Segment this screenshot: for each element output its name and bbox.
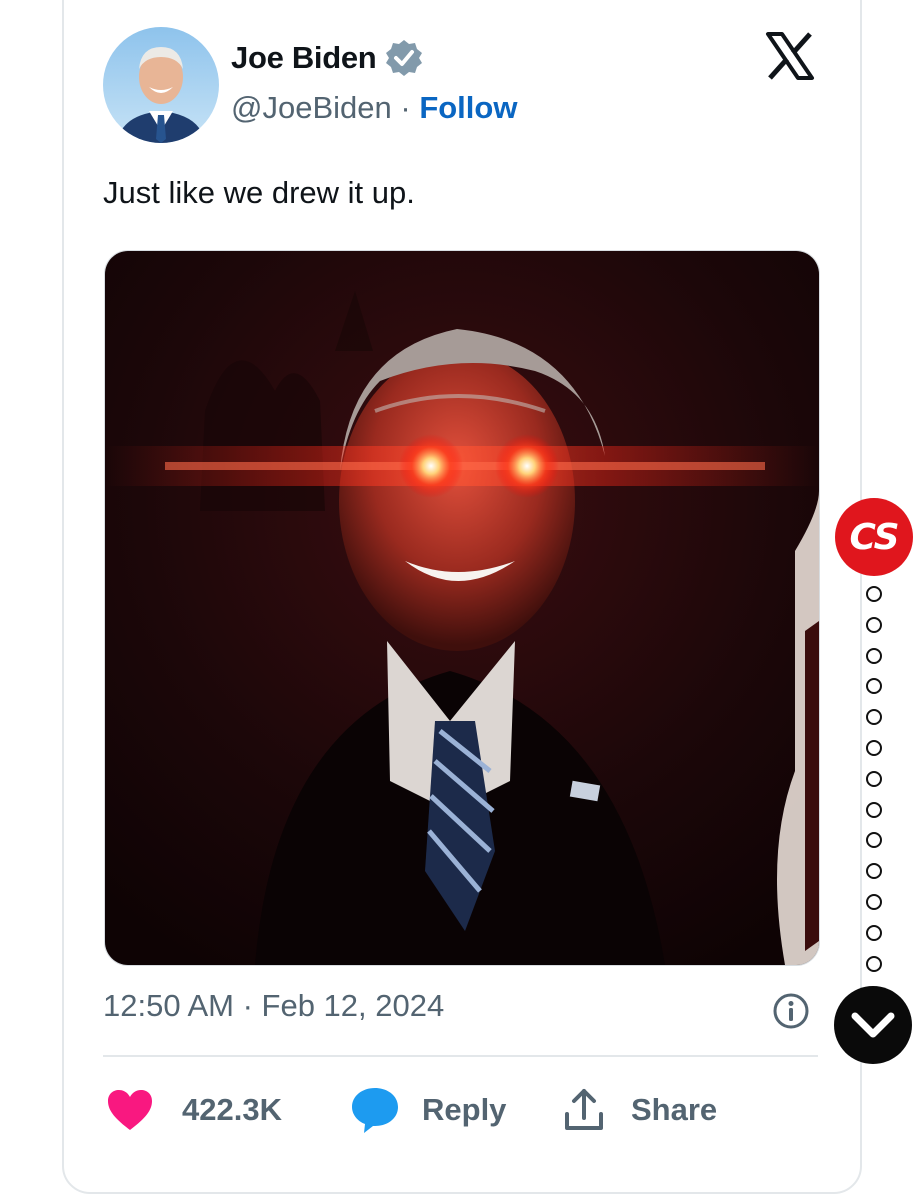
cs-badge[interactable]: CS <box>835 498 913 576</box>
follow-button[interactable]: Follow <box>419 90 517 125</box>
slide-dot[interactable] <box>866 955 882 972</box>
slide-dot[interactable] <box>866 739 882 756</box>
share-button[interactable]: Share <box>563 1082 717 1138</box>
slide-dot[interactable] <box>866 678 882 695</box>
slide-dot[interactable] <box>866 832 882 849</box>
speech-bubble-icon <box>352 1088 398 1133</box>
slide-dot[interactable] <box>866 586 882 602</box>
slide-dot[interactable] <box>866 801 882 818</box>
scroll-down-button[interactable] <box>834 986 912 1064</box>
tweet-text: Just like we drew it up. <box>103 175 415 210</box>
slide-dot[interactable] <box>866 924 882 941</box>
tweet-actions: 422.3K Reply Share <box>103 1082 818 1138</box>
slide-dot[interactable] <box>866 770 882 787</box>
reply-label: Reply <box>422 1092 507 1127</box>
info-icon[interactable] <box>771 991 811 1031</box>
slide-dot[interactable] <box>866 863 882 880</box>
chevron-down-icon <box>851 1012 895 1038</box>
like-button[interactable]: 422.3K <box>106 1082 282 1138</box>
reply-button[interactable]: Reply <box>350 1082 506 1138</box>
share-upload-icon <box>565 1089 603 1130</box>
slide-dot[interactable] <box>866 709 882 726</box>
author-handle[interactable]: @JoeBiden <box>231 90 392 125</box>
x-logo-icon[interactable] <box>764 30 816 82</box>
slide-dot[interactable] <box>866 616 882 633</box>
like-count: 422.3K <box>182 1092 282 1127</box>
verified-badge-icon <box>386 40 423 76</box>
tweet-timestamp[interactable]: 12:50 AM · Feb 12, 2024 <box>103 988 444 1024</box>
slide-dot[interactable] <box>866 893 882 910</box>
slide-dot[interactable] <box>866 647 882 664</box>
heart-icon <box>108 1090 152 1130</box>
share-label: Share <box>631 1092 718 1127</box>
divider <box>103 1055 818 1057</box>
author-name[interactable]: Joe Biden <box>231 40 377 76</box>
handle-separator: · <box>400 90 420 125</box>
slide-indicator-dots[interactable] <box>862 586 886 986</box>
tweet-image[interactable] <box>104 250 820 966</box>
avatar[interactable] <box>103 27 219 143</box>
